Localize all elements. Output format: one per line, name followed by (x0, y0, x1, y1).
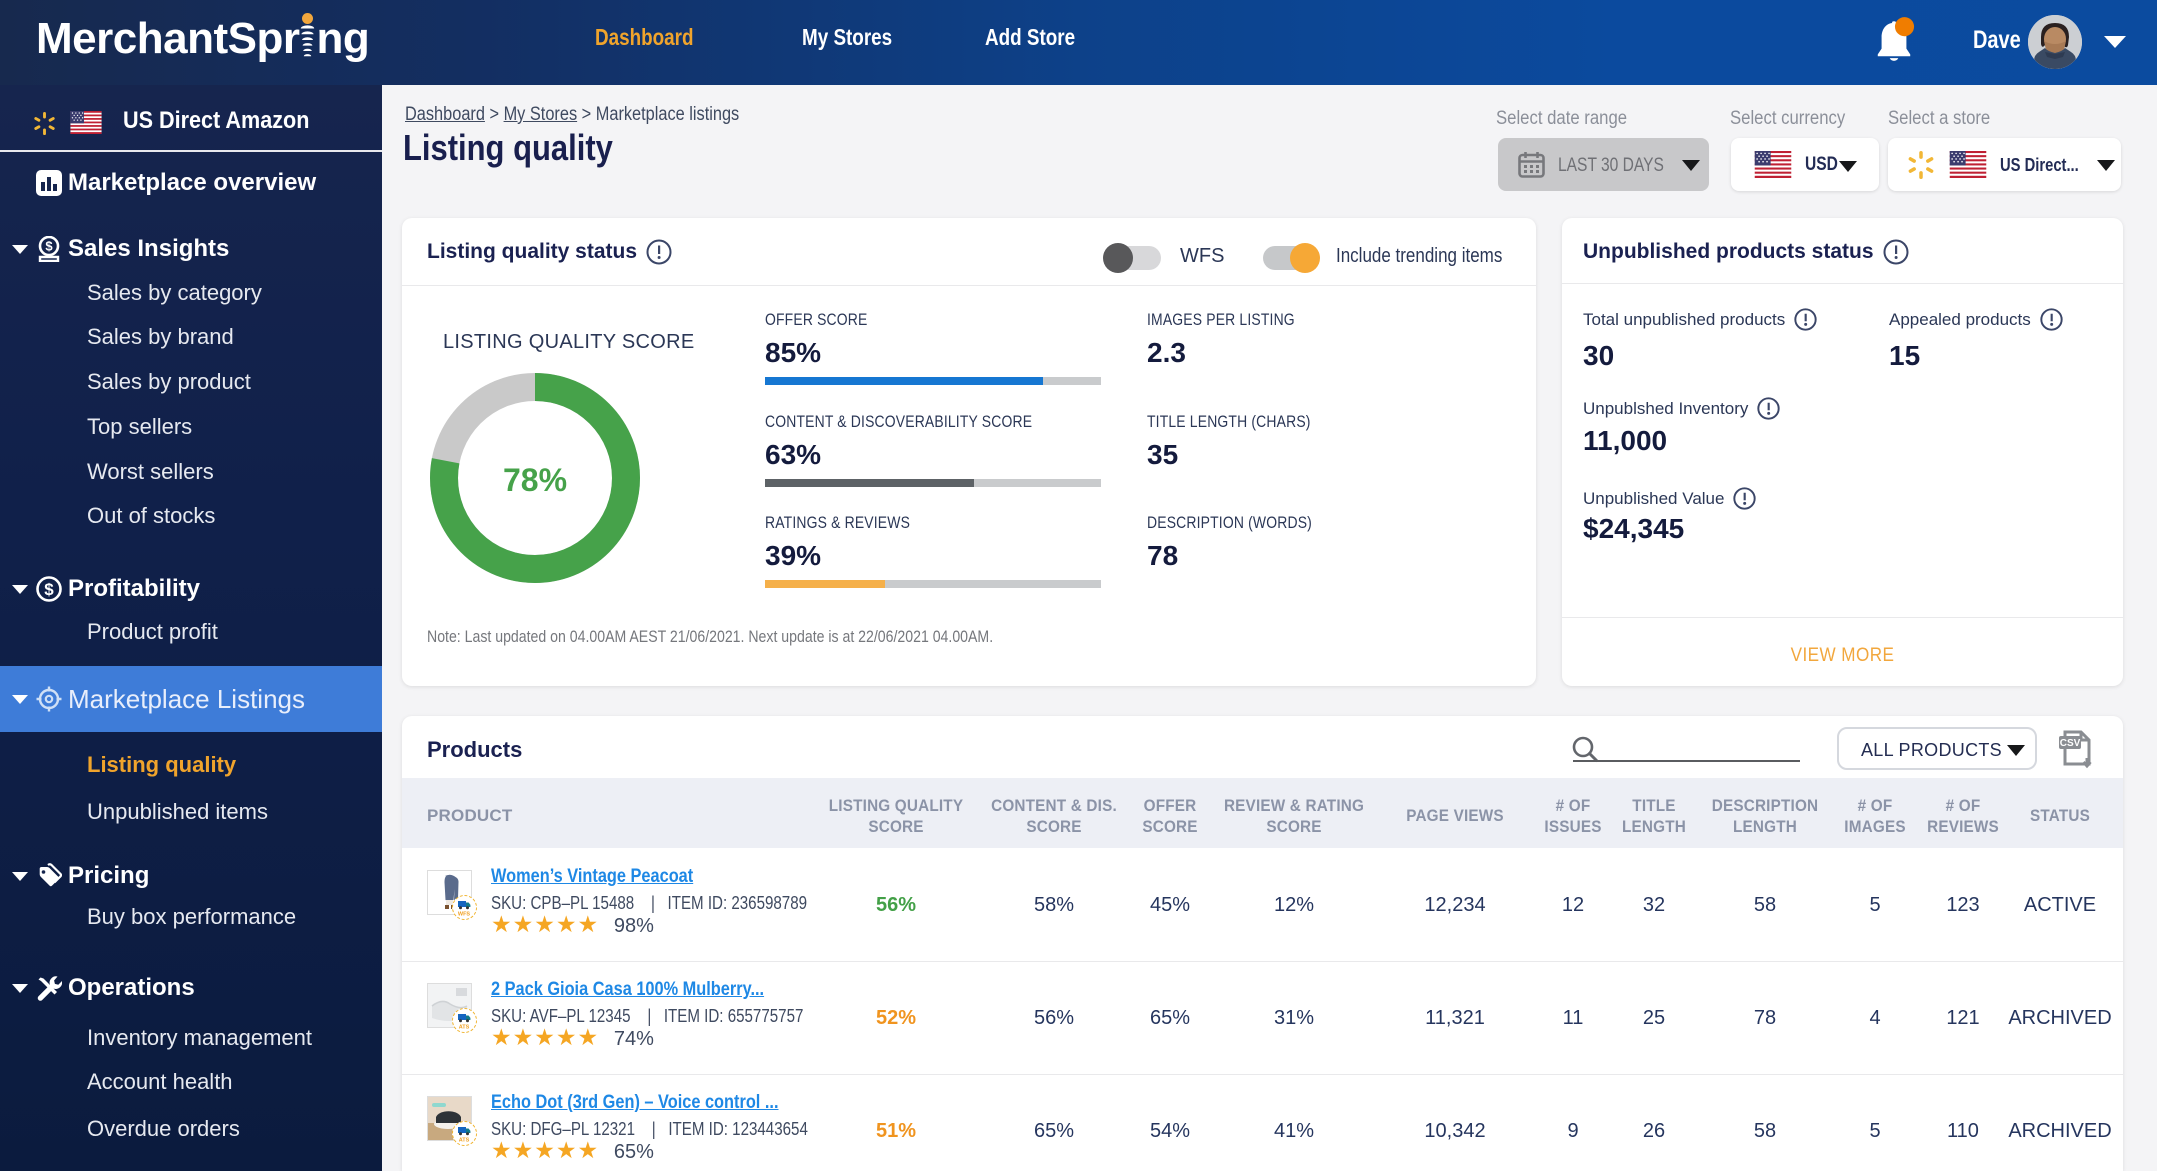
svg-text:CSV: CSV (2060, 738, 2081, 749)
svg-text:WFS: WFS (458, 912, 471, 918)
svg-text:$: $ (45, 239, 53, 254)
svg-text:ATS: ATS (459, 1138, 470, 1144)
svg-text:ATS: ATS (459, 1025, 470, 1031)
svg-text:$: $ (44, 580, 54, 599)
